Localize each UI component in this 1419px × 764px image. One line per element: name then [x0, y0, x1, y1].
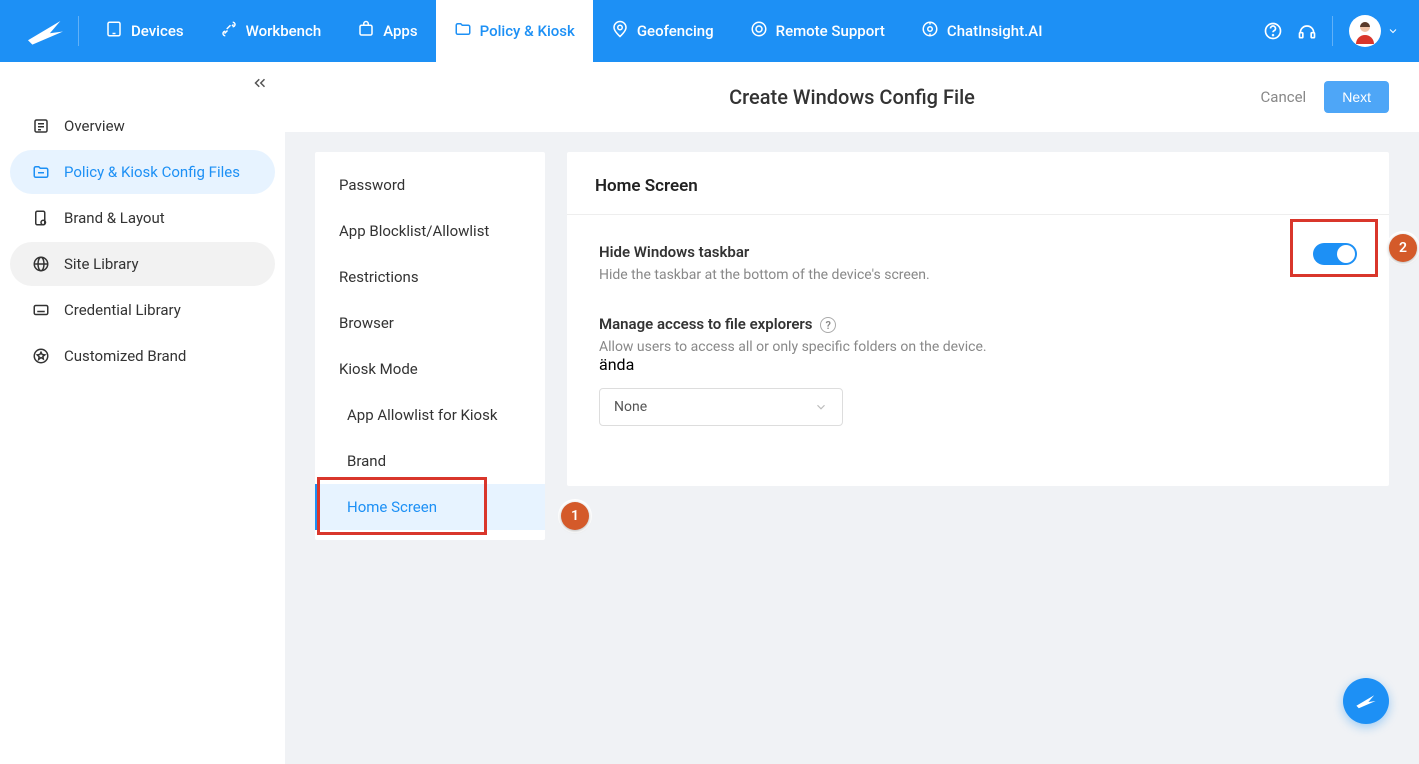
tools-icon — [220, 20, 238, 42]
nav-apps[interactable]: Apps — [339, 0, 435, 62]
sidebar-item-label: Customized Brand — [64, 347, 186, 365]
config-nav: Password App Blocklist/Allowlist Restric… — [315, 152, 545, 540]
setting-title: Manage access to file explorers ? — [599, 315, 1357, 333]
nav-chatinsight[interactable]: ChatInsight.AI — [903, 0, 1061, 62]
config-nav-kiosk-mode[interactable]: Kiosk Mode — [315, 346, 545, 392]
avatar — [1349, 15, 1381, 47]
sidebar-item-label: Overview — [64, 117, 125, 135]
panel-header: Home Screen — [567, 152, 1389, 215]
sidebar-item-credential-library[interactable]: Credential Library — [10, 288, 275, 332]
star-circle-icon — [32, 347, 50, 365]
annotation-callout-2: 2 — [1389, 234, 1417, 262]
config-panel: Home Screen Hide Windows taskbar Hide th… — [567, 152, 1389, 486]
user-menu[interactable] — [1349, 15, 1399, 47]
send-icon — [1354, 689, 1378, 713]
location-icon — [611, 20, 629, 42]
config-nav-app-blocklist[interactable]: App Blocklist/Allowlist — [315, 208, 545, 254]
nav-label: Devices — [131, 22, 184, 40]
config-nav-home-screen[interactable]: Home Screen — [315, 484, 545, 530]
top-navigation: Devices Workbench Apps Policy & Kiosk Ge… — [0, 0, 1419, 62]
nav-policy-kiosk[interactable]: Policy & Kiosk — [436, 0, 593, 62]
device-custom-icon — [32, 209, 50, 227]
support-icon — [750, 20, 768, 42]
setting-description: Hide the taskbar at the bottom of the de… — [599, 267, 930, 283]
sidebar-collapse-button[interactable] — [251, 74, 269, 96]
device-icon — [105, 20, 123, 42]
help-button[interactable] — [1256, 14, 1290, 48]
sidebar-item-brand-layout[interactable]: Brand & Layout — [10, 196, 275, 240]
nav-remote-support[interactable]: Remote Support — [732, 0, 903, 62]
page-title: Create Windows Config File — [729, 85, 975, 109]
config-nav-brand[interactable]: Brand — [315, 438, 545, 484]
chevron-down-icon — [1387, 25, 1399, 37]
setting-file-explorer-access: Manage access to file explorers ? Allow … — [599, 315, 1357, 426]
nav-workbench[interactable]: Workbench — [202, 0, 340, 62]
next-button[interactable]: Next — [1324, 81, 1389, 113]
config-nav-label: Home Screen — [347, 498, 437, 516]
credential-icon — [32, 301, 50, 319]
sidebar-item-label: Site Library — [64, 255, 139, 273]
config-nav-restrictions[interactable]: Restrictions — [315, 254, 545, 300]
file-explorer-access-select[interactable]: None — [599, 388, 843, 426]
nav-geofencing[interactable]: Geofencing — [593, 0, 732, 62]
divider — [1332, 16, 1333, 46]
sidebar-item-label: Brand & Layout — [64, 209, 165, 227]
annotation-callout-1: 1 — [561, 502, 589, 530]
list-icon — [32, 117, 50, 135]
nav-devices[interactable]: Devices — [87, 0, 202, 62]
nav-label: Policy & Kiosk — [480, 22, 575, 40]
sidebar-item-site-library[interactable]: Site Library — [10, 242, 275, 286]
panel-title: Home Screen — [595, 176, 1361, 196]
divider — [78, 16, 79, 46]
page-header: Create Windows Config File Cancel Next — [285, 62, 1419, 132]
config-nav-password[interactable]: Password — [315, 162, 545, 208]
sidebar-item-customized-brand[interactable]: Customized Brand — [10, 334, 275, 378]
chevron-down-icon — [814, 400, 828, 414]
folder-config-icon — [32, 163, 50, 181]
select-value: None — [614, 399, 647, 415]
setting-description: Allow users to access all or only specif… — [599, 339, 1357, 355]
headset-icon — [1297, 21, 1317, 41]
sidebar: Overview Policy & Kiosk Config Files Bra… — [0, 62, 285, 764]
nav-label: Remote Support — [776, 22, 885, 40]
config-nav-app-allowlist-kiosk[interactable]: App Allowlist for Kiosk — [315, 392, 545, 438]
globe-icon — [32, 255, 50, 273]
bag-icon — [357, 20, 375, 42]
info-icon[interactable]: ? — [820, 317, 836, 333]
logo[interactable] — [20, 11, 70, 51]
sidebar-item-overview[interactable]: Overview — [10, 104, 275, 148]
help-icon — [1263, 21, 1283, 41]
sidebar-item-policy-kiosk-config[interactable]: Policy & Kiosk Config Files — [10, 150, 275, 194]
folder-icon — [454, 20, 472, 42]
floating-action-button[interactable] — [1343, 678, 1389, 724]
sidebar-item-label: Policy & Kiosk Config Files — [64, 163, 240, 181]
hide-taskbar-toggle[interactable] — [1313, 243, 1357, 265]
cancel-button[interactable]: Cancel — [1261, 88, 1307, 106]
setting-title: Hide Windows taskbar — [599, 243, 930, 261]
notifications-button[interactable] — [1290, 14, 1324, 48]
nav-label: Apps — [383, 22, 417, 40]
nav-label: Workbench — [246, 22, 322, 40]
nav-label: Geofencing — [637, 22, 714, 40]
config-nav-browser[interactable]: Browser — [315, 300, 545, 346]
ai-icon — [921, 20, 939, 42]
nav-label: ChatInsight.AI — [947, 22, 1043, 40]
sidebar-item-label: Credential Library — [64, 301, 181, 319]
chevron-double-left-icon — [251, 74, 269, 92]
main-content: Create Windows Config File Cancel Next P… — [285, 62, 1419, 764]
setting-title-text: Manage access to file explorers — [599, 315, 813, 333]
setting-hide-taskbar: Hide Windows taskbar Hide the taskbar at… — [599, 243, 1357, 283]
